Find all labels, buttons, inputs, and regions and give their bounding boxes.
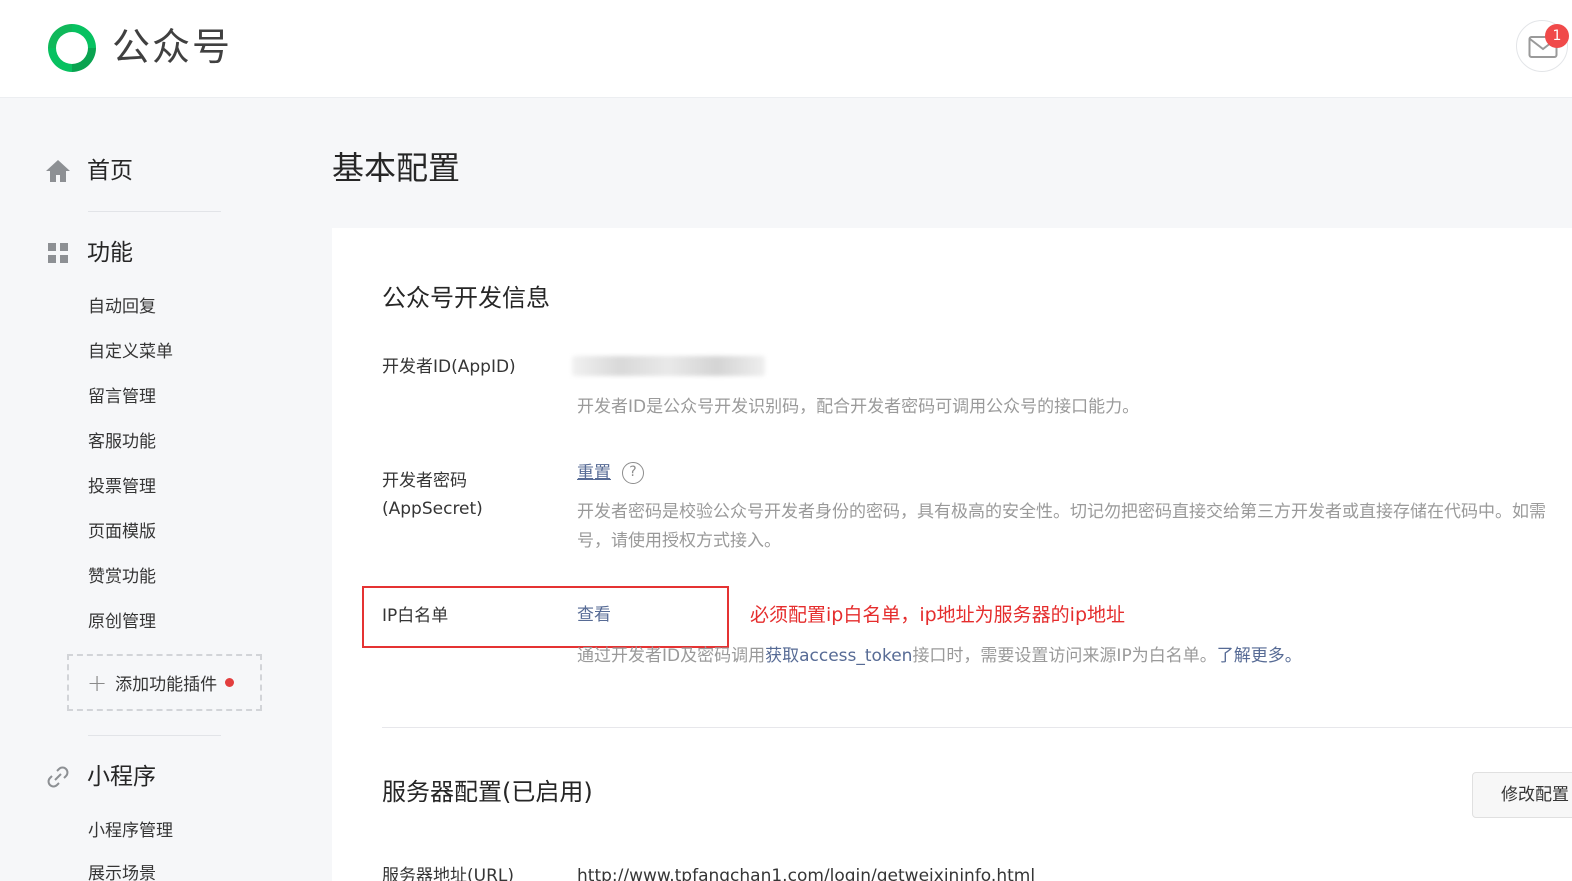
reset-secret-link[interactable]: 重置 [577,461,611,485]
sidebar-item-custom-menu[interactable]: 自定义菜单 [88,340,173,364]
section-title-dev-info: 公众号开发信息 [382,284,550,312]
appsecret-description-line1: 开发者密码是校验公众号开发者身份的密码，具有极高的安全性。切记勿把密码直接交给第… [577,502,1546,522]
sidebar-item-voting[interactable]: 投票管理 [88,475,156,499]
grid-icon [44,239,72,267]
sidebar-item-miniprogram-manage[interactable]: 小程序管理 [88,819,173,843]
new-dot-icon [225,678,235,687]
highlight-box [362,586,729,648]
page-title: 基本配置 [332,149,461,187]
sidebar-item-original[interactable]: 原创管理 [88,610,156,634]
ip-whitelist-description: 通过开发者ID及密码调用获取access_token接口时，需要设置访问来源IP… [577,642,1302,671]
sidebar-item-home-label: 首页 [87,158,133,184]
top-header: 公众号 1 [0,0,1572,98]
add-plugin-button[interactable]: + 添加功能插件 [67,654,262,711]
sidebar-section-features-label: 功能 [87,240,133,266]
appid-description: 开发者ID是公众号开发识别码，配合开发者密码可调用公众号的接口能力。 [577,397,1140,417]
home-icon [44,157,72,185]
edit-config-button[interactable]: 修改配置 [1472,772,1572,818]
brand-title: 公众号 [112,25,233,69]
sidebar-divider [88,735,221,736]
add-plugin-label: 添加功能插件 [115,675,218,695]
sidebar-item-page-templates[interactable]: 页面模版 [88,520,156,544]
annotation-text: 必须配置ip白名单，ip地址为服务器的ip地址 [750,604,1126,626]
section-divider [382,727,1572,728]
sidebar-item-appreciation[interactable]: 赞赏功能 [88,565,156,589]
link-icon [44,763,72,791]
server-url-value: http://www.tpfangchan1.com/login/getweix… [577,866,1036,881]
sidebar-section-miniprogram-label: 小程序 [87,764,156,790]
appid-label: 开发者ID(AppID) [382,357,516,377]
wechat-official-logo-icon[interactable] [44,20,100,76]
access-token-link[interactable]: 获取access_token [765,646,912,666]
sidebar-item-display-scene[interactable]: 展示场景 [88,862,156,881]
sidebar-item-auto-reply[interactable]: 自动回复 [88,295,156,319]
appid-value-redacted [572,356,765,376]
sidebar-divider [88,211,221,212]
sidebar-item-customer-service[interactable]: 客服功能 [88,430,156,454]
sidebar-section-features[interactable]: 功能 [44,233,133,273]
learn-more-link[interactable]: 了解更多。 [1217,646,1302,666]
help-icon[interactable]: ? [622,462,644,484]
server-url-label: 服务器地址(URL) [382,866,514,881]
plus-icon: + [87,668,108,697]
ip-desc-prefix: 通过开发者ID及密码调用 [577,646,766,666]
appsecret-label-sub: (AppSecret) [382,499,483,519]
ip-desc-middle: 接口时，需要设置访问来源IP为白名单。 [912,646,1217,666]
section-title-server-config: 服务器配置(已启用) [382,778,593,806]
sidebar-item-comments[interactable]: 留言管理 [88,385,156,409]
sidebar-item-home[interactable]: 首页 [44,151,133,191]
appsecret-description-line2: 号，请使用授权方式接入。 [577,531,781,551]
notification-badge: 1 [1545,24,1569,48]
sidebar-section-miniprogram[interactable]: 小程序 [44,757,156,797]
appsecret-label: 开发者密码 [382,471,467,491]
